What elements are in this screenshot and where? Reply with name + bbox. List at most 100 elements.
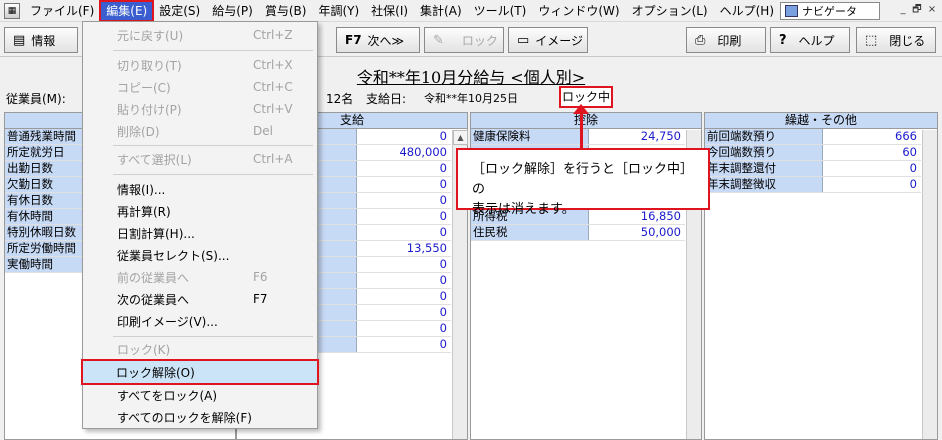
menu-file[interactable]: ファイル(F) <box>24 1 100 21</box>
payday-value: 令和**年10月25日 <box>424 92 518 105</box>
question-icon: ? <box>779 32 787 48</box>
close-button[interactable]: ⬚ 閉じる <box>856 27 936 53</box>
row-label: 年末調整還付 <box>705 161 823 176</box>
row-value[interactable]: 666 <box>823 129 921 144</box>
close-window-button[interactable]: × <box>925 3 939 17</box>
print-button[interactable]: ⎙ 印刷 <box>686 27 766 53</box>
menu-item-cut[interactable]: 切り取り(T) Ctrl+X <box>83 54 317 76</box>
menu-item-lock[interactable]: ロック(K) <box>83 338 317 360</box>
menu-item-unlock-all[interactable]: すべてのロックを解除(F) <box>83 406 317 428</box>
print-label: 印刷 <box>717 33 742 48</box>
navigator-button[interactable]: ナビゲータ <box>780 2 880 20</box>
menu-item-employee-select[interactable]: 従業員セレクト(S)... <box>83 244 317 266</box>
menu-item-next-employee[interactable]: 次の従業員へ F7 <box>83 288 317 310</box>
row-value[interactable]: 0 <box>357 289 451 304</box>
menu-separator <box>113 50 313 51</box>
table-row[interactable]: 年末調整還付 0 <box>705 161 921 177</box>
row-value[interactable]: 0 <box>357 129 451 144</box>
exit-door-icon: ⬚ <box>865 32 878 48</box>
menu-totals[interactable]: 集計(A) <box>414 1 468 21</box>
next-key: F7 <box>345 33 362 47</box>
row-value[interactable]: 0 <box>357 177 451 192</box>
lock-button[interactable]: ✎ ロック <box>424 27 504 53</box>
image-button[interactable]: ▭ イメージ <box>508 27 588 53</box>
menu-social-insurance[interactable]: 社保(I) <box>365 1 414 21</box>
menu-settings[interactable]: 設定(S) <box>153 1 206 21</box>
menu-options[interactable]: オプション(L) <box>626 1 714 21</box>
callout-note: ［ロック解除］を行うと［ロック中］の 表示は消えます。 <box>456 148 710 217</box>
menu-item-print-preview[interactable]: 印刷イメージ(V)... <box>83 310 317 332</box>
menu-bonus[interactable]: 賞与(B) <box>259 1 313 21</box>
row-value[interactable]: 0 <box>357 273 451 288</box>
menu-edit[interactable]: 編集(E) <box>99 0 155 22</box>
row-value[interactable]: 0 <box>357 257 451 272</box>
row-value[interactable]: 0 <box>357 193 451 208</box>
callout-arrow <box>580 110 583 150</box>
row-value[interactable]: 0 <box>357 209 451 224</box>
table-row[interactable]: 今回端数預り 60 <box>705 145 921 161</box>
row-value[interactable]: 60 <box>823 145 921 160</box>
menu-item-lock-all[interactable]: すべてをロック(A) <box>83 384 317 406</box>
menu-item-unlock[interactable]: ロック解除(O) <box>81 359 319 385</box>
menu-item-select-all[interactable]: すべて選択(L) Ctrl+A <box>83 148 317 170</box>
next-button[interactable]: F7 次へ≫ <box>336 27 420 53</box>
table-row[interactable]: 健康保険料 24,750 <box>471 129 685 145</box>
restore-button[interactable]: 🗗 <box>910 3 924 17</box>
menu-item-recalculate[interactable]: 再計算(R) <box>83 200 317 222</box>
menu-item-delete[interactable]: 削除(D) Del <box>83 120 317 142</box>
row-value[interactable]: 480,000 <box>357 145 451 160</box>
row-label: 住民税 <box>471 225 589 240</box>
employee-label: 従業員(M): <box>6 92 66 106</box>
printer-icon: ⎙ <box>695 32 706 48</box>
row-label: 今回端数預り <box>705 145 823 160</box>
next-label: 次へ≫ <box>367 33 405 48</box>
row-value[interactable]: 0 <box>357 305 451 320</box>
help-label: ヘルプ <box>798 33 835 48</box>
menu-window[interactable]: ウィンドウ(W) <box>532 1 625 21</box>
minimize-button[interactable]: _ <box>896 3 910 17</box>
row-value[interactable]: 0 <box>823 161 921 176</box>
navigator-icon <box>785 5 798 17</box>
row-value[interactable]: 0 <box>357 225 451 240</box>
monitor-icon: ▭ <box>517 32 530 48</box>
callout-line-2: 表示は消えます。 <box>472 202 575 217</box>
menu-item-prev-employee[interactable]: 前の従業員へ F6 <box>83 266 317 288</box>
row-value[interactable]: 0 <box>357 321 451 336</box>
menu-item-info[interactable]: 情報(I)... <box>83 178 317 200</box>
menu-item-paste[interactable]: 貼り付け(P) Ctrl+V <box>83 98 317 120</box>
app-icon[interactable]: ▦ <box>4 2 20 19</box>
menu-separator <box>113 145 313 146</box>
row-value[interactable]: 24,750 <box>589 129 685 144</box>
scroll-up-icon[interactable]: ▲ <box>453 130 468 145</box>
menu-item-copy[interactable]: コピー(C) Ctrl+C <box>83 76 317 98</box>
callout-arrow-head <box>573 104 589 114</box>
image-label: イメージ <box>535 33 584 48</box>
table-row[interactable]: 前回端数預り 666 <box>705 129 921 145</box>
menu-separator <box>113 336 313 337</box>
lock-label: ロック <box>461 33 498 48</box>
table-row[interactable]: 年末調整徴収 0 <box>705 177 921 193</box>
menu-separator <box>113 174 313 175</box>
help-button[interactable]: ? ヘルプ <box>770 27 850 53</box>
row-value[interactable]: 13,550 <box>357 241 451 256</box>
carryover-header: 繰越・その他 <box>705 113 937 129</box>
navigator-label: ナビゲータ <box>802 5 857 18</box>
carryover-scrollbar[interactable] <box>922 130 937 439</box>
row-label: 健康保険料 <box>471 129 589 144</box>
info-button[interactable]: ▤ 情報 <box>4 27 78 53</box>
row-value[interactable]: 0 <box>357 161 451 176</box>
carryover-list: 前回端数預り 666 今回端数預り 60 年末調整還付 0 年末調整徴収 0 <box>705 129 921 193</box>
carryover-panel: 繰越・その他 前回端数預り 666 今回端数預り 60 年末調整還付 0 年末調整徴収… <box>704 112 938 440</box>
menu-item-undo[interactable]: 元に戻す(U) Ctrl+Z <box>83 24 317 46</box>
menu-tools[interactable]: ツール(T) <box>468 1 533 21</box>
menu-salary[interactable]: 給与(P) <box>206 1 259 21</box>
row-value[interactable]: 50,000 <box>589 225 685 240</box>
menu-item-daily-calc[interactable]: 日割計算(H)... <box>83 222 317 244</box>
info-label: 情報 <box>31 33 56 48</box>
menu-year-end[interactable]: 年調(Y) <box>312 1 365 21</box>
edit-menu-dropdown: 元に戻す(U) Ctrl+Z 切り取り(T) Ctrl+X コピー(C) Ctrl+C… <box>81 21 319 429</box>
table-row[interactable]: 住民税 50,000 <box>471 225 685 241</box>
row-value[interactable]: 0 <box>357 337 451 352</box>
menu-help[interactable]: ヘルプ(H) <box>714 1 780 21</box>
row-value[interactable]: 0 <box>823 177 921 192</box>
